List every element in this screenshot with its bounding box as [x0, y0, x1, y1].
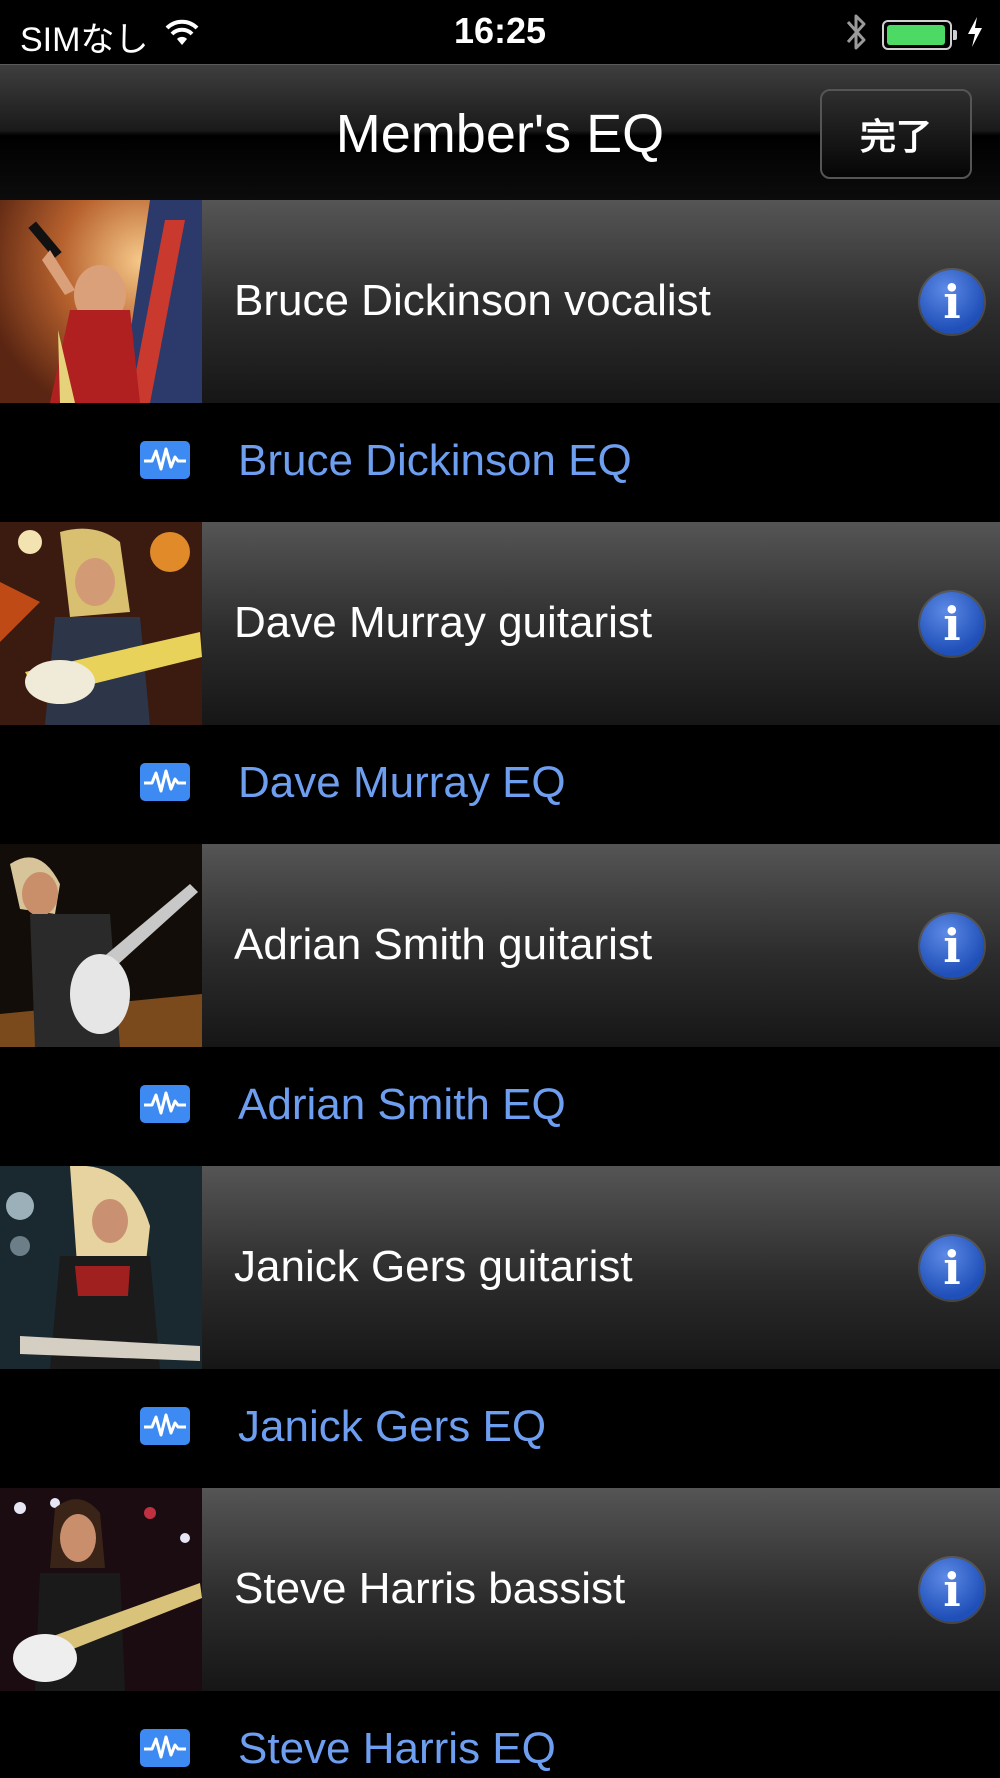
- charging-bolt-icon: [966, 16, 984, 53]
- eq-label: Steve Harris EQ: [238, 1724, 556, 1773]
- member-name: Bruce Dickinson vocalist: [234, 276, 711, 325]
- member-name: Adrian Smith guitarist: [234, 920, 653, 969]
- waveform-icon: [140, 1729, 190, 1767]
- battery-level: [887, 24, 945, 45]
- eq-row[interactable]: Dave Murray EQ: [0, 725, 1000, 844]
- member-block-bruce-dickinson: Bruce Dickinson vocalist i Bruce Dickins…: [0, 200, 1000, 522]
- info-icon[interactable]: i: [920, 270, 984, 334]
- member-block-janick-gers: Janick Gers guitarist i Janick Gers EQ: [0, 1166, 1000, 1488]
- member-row[interactable]: Janick Gers guitarist i: [0, 1166, 1000, 1369]
- waveform-icon: [140, 1407, 190, 1445]
- eq-row[interactable]: Steve Harris EQ: [0, 1691, 1000, 1778]
- member-block-steve-harris: Steve Harris bassist i Steve Harris EQ: [0, 1488, 1000, 1778]
- member-row[interactable]: Bruce Dickinson vocalist i: [0, 200, 1000, 403]
- member-photo: [0, 844, 202, 1047]
- member-name: Steve Harris bassist: [234, 1564, 626, 1613]
- member-block-adrian-smith: Adrian Smith guitarist i Adrian Smith EQ: [0, 844, 1000, 1166]
- eq-label: Bruce Dickinson EQ: [238, 436, 632, 485]
- battery-icon: [882, 19, 957, 50]
- eq-label: Adrian Smith EQ: [238, 1080, 566, 1129]
- member-row[interactable]: Dave Murray guitarist i: [0, 522, 1000, 725]
- member-row[interactable]: Steve Harris bassist i: [0, 1488, 1000, 1691]
- member-photo: [0, 522, 202, 725]
- eq-label: Janick Gers EQ: [238, 1402, 547, 1451]
- info-icon[interactable]: i: [920, 1236, 984, 1300]
- member-block-dave-murray: Dave Murray guitarist i Dave Murray EQ: [0, 522, 1000, 844]
- screen: SIMなし 16:25 Member's EQ 完了 Bruce Dickins…: [0, 0, 1000, 1778]
- info-icon[interactable]: i: [920, 914, 984, 978]
- info-icon[interactable]: i: [920, 592, 984, 656]
- status-right: [844, 12, 984, 57]
- eq-label: Dave Murray EQ: [238, 758, 566, 807]
- info-icon[interactable]: i: [920, 1558, 984, 1622]
- eq-row[interactable]: Bruce Dickinson EQ: [0, 403, 1000, 522]
- member-photo: [0, 200, 202, 403]
- waveform-icon: [140, 441, 190, 479]
- battery-cap: [953, 29, 957, 40]
- navigation-bar: Member's EQ 完了: [0, 64, 1000, 201]
- status-bar: SIMなし 16:25: [0, 0, 1000, 64]
- bluetooth-icon: [844, 12, 868, 57]
- member-name: Dave Murray guitarist: [234, 598, 653, 647]
- waveform-icon: [140, 1085, 190, 1123]
- eq-row[interactable]: Adrian Smith EQ: [0, 1047, 1000, 1166]
- member-photo: [0, 1488, 202, 1691]
- waveform-icon: [140, 763, 190, 801]
- done-button[interactable]: 完了: [820, 89, 972, 179]
- member-name: Janick Gers guitarist: [234, 1242, 633, 1291]
- member-photo: [0, 1166, 202, 1369]
- member-list: Bruce Dickinson vocalist i Bruce Dickins…: [0, 200, 1000, 1778]
- member-row[interactable]: Adrian Smith guitarist i: [0, 844, 1000, 1047]
- eq-row[interactable]: Janick Gers EQ: [0, 1369, 1000, 1488]
